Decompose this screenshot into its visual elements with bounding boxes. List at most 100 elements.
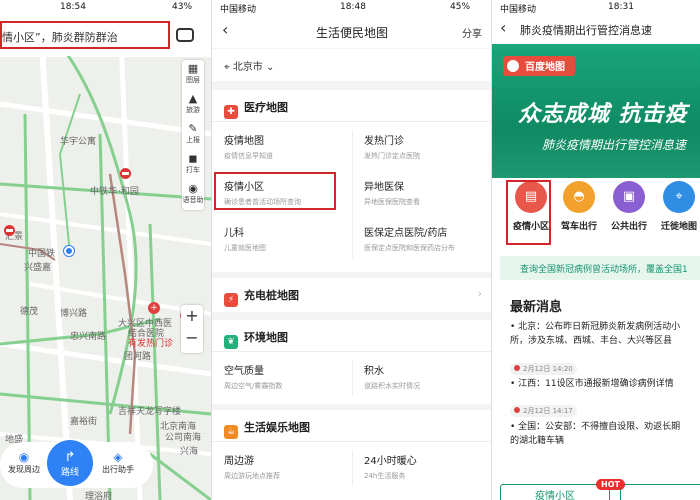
travel-button[interactable]: ▲ 旅游 bbox=[182, 90, 204, 120]
news-section: 最新消息 • 北京：公布昨日新冠肺炎新发病例活动小 所，涉及东城、西城、丰台、大兴… bbox=[492, 284, 700, 500]
button-label: 迁徙地图 bbox=[660, 222, 697, 232]
route-button[interactable]: ↱ 路线 bbox=[47, 440, 93, 486]
highlight-box bbox=[214, 172, 336, 210]
layers-button[interactable]: ▦ 图层 bbox=[182, 60, 204, 90]
taxi-icon: ◼ bbox=[188, 152, 198, 165]
driving-button[interactable]: ◓ 驾车出行 bbox=[555, 181, 603, 245]
tool-label: 旅游 bbox=[186, 106, 200, 114]
map-label: 吉祥天龙写字楼 bbox=[118, 407, 182, 417]
news-date: 2月12日 14:17 bbox=[510, 405, 577, 417]
route-label: 路线 bbox=[60, 468, 79, 478]
section-header: ☕ 生活娱乐地图 bbox=[212, 410, 491, 442]
news-text: • 江西：11设区市通报新增确诊病例详情 bbox=[510, 379, 674, 389]
item-title: 积水 bbox=[364, 366, 384, 377]
map-label: 有发热门诊 bbox=[128, 339, 174, 349]
hospital-icon[interactable]: + bbox=[148, 302, 160, 314]
warm-24h-item[interactable]: 24小时暖心 24h生活服务 bbox=[352, 442, 491, 488]
item-title: 医保定点医院/药店 bbox=[364, 228, 448, 239]
item-subtitle: 发热门诊定点医院 bbox=[364, 152, 420, 160]
item-subtitle: 医保定点医院和医保药店分布 bbox=[364, 244, 455, 252]
item-title: 周边游 bbox=[224, 456, 254, 467]
entertainment-section: ☕ 生活娱乐地图 周边游 周边游玩地点推荐 24小时暖心 24h生活服务 bbox=[212, 410, 491, 500]
news-item[interactable]: • 北京：公布昨日新冠肺炎新发病例活动小 所，涉及东城、西城、丰台、大兴等区县 bbox=[510, 320, 680, 348]
migration-map-button[interactable]: ⌖ 迁徙地图 bbox=[655, 181, 700, 245]
charging-section[interactable]: ⚡ 充电桩地图 › bbox=[212, 278, 491, 312]
assistant-icon: ◈ bbox=[113, 450, 123, 464]
pediatrics-item[interactable]: 儿科 儿童就医地图 bbox=[212, 214, 352, 260]
zoom-out-button[interactable]: − bbox=[181, 327, 203, 349]
item-subtitle: 周边空气/雾霾指数 bbox=[224, 382, 283, 390]
taxi-button[interactable]: ◼ 打车 bbox=[182, 150, 204, 180]
item-subtitle: 疫情信息早知道 bbox=[224, 152, 273, 160]
fever-clinic-item[interactable]: 发热门诊发热门诊定点医院 bbox=[352, 122, 491, 168]
map-tool-column: ▦ 图层 ▲ 旅游 ✎ 上报 ◼ 打车 ◉ 语音助 bbox=[182, 60, 204, 210]
news-text: • 北京：公布昨日新冠肺炎新发病例活动小 bbox=[510, 322, 681, 332]
button-label: 公共出行 bbox=[610, 222, 647, 232]
page-title: 生活便民地图 bbox=[315, 26, 388, 40]
assistant-button[interactable]: ◈ 出行助手 bbox=[96, 450, 140, 475]
public-transit-button[interactable]: ▣ 公共出行 bbox=[605, 181, 653, 245]
news-date: 2月12日 14:20 bbox=[510, 363, 577, 375]
news-text: 所，涉及东城、西城、丰台、大兴等区县 bbox=[510, 336, 673, 346]
page-title: 肺炎疫情期出行管控消息速 bbox=[520, 24, 652, 37]
map-label: 博兴路 bbox=[60, 309, 88, 319]
city-label: 北京市 bbox=[232, 62, 263, 73]
item-subtitle: 儿童就医地图 bbox=[224, 244, 266, 252]
voice-assistant-button[interactable]: ◉ 语音助 bbox=[182, 180, 204, 210]
map-label: 理浴府 bbox=[85, 492, 113, 500]
secondary-bottom-button[interactable] bbox=[620, 484, 700, 500]
air-quality-item[interactable]: 空气质量周边空气/雾霾指数 bbox=[212, 352, 352, 398]
zoom-in-button[interactable]: + bbox=[181, 305, 203, 327]
current-location-icon bbox=[64, 246, 74, 256]
banner-headline: 众志成城 抗击疫 bbox=[518, 102, 688, 127]
map-label: 兴海 bbox=[180, 447, 199, 457]
map-canvas[interactable]: 华宇公寓 中铁华 ·和园 汇景 中国铁 兴盛嘉 德茂 忠兴南路 博兴路 大兴区中… bbox=[0, 14, 211, 500]
column-divider bbox=[352, 450, 353, 486]
item-subtitle: 24h生活服务 bbox=[364, 472, 406, 480]
report-button[interactable]: ✎ 上报 bbox=[182, 120, 204, 150]
column-divider bbox=[352, 130, 353, 258]
insurance-hospital-item[interactable]: 医保定点医院/药店 医保定点医院和医保药店分布 bbox=[352, 214, 491, 260]
discover-label: 发现周边 bbox=[8, 465, 40, 474]
section-title: 医疗地图 bbox=[244, 101, 288, 114]
item-title: 空气质量 bbox=[224, 366, 264, 377]
section-header: ⚡ 充电桩地图 › bbox=[212, 278, 491, 310]
epidemic-news-screen: 中国移动 18:31 ‹ 肺炎疫情期出行管控消息速 百度地图 众志成城 抗击疫 … bbox=[491, 0, 700, 500]
item-title: 发热门诊 bbox=[364, 136, 404, 147]
news-item[interactable]: • 江西：11设区市通报新增确诊病例详情 bbox=[510, 377, 674, 391]
route-icon: ↱ bbox=[64, 450, 76, 465]
no-entry-icon bbox=[4, 225, 15, 236]
banner: 百度地图 众志成城 抗击疫 肺炎疫情期出行管控消息速 bbox=[492, 44, 700, 186]
share-button[interactable]: 分享 bbox=[462, 25, 482, 40]
news-item[interactable]: • 全国：公安部：不得擅自设限、劝返长期 的湖北籍车辆 bbox=[510, 420, 680, 448]
nearby-travel-item[interactable]: 周边游 周边游玩地点推荐 bbox=[212, 442, 352, 488]
map-label: 华宇公寓 bbox=[60, 137, 97, 147]
status-time: 18:31 bbox=[608, 2, 634, 12]
layers-icon: ▦ bbox=[187, 62, 199, 75]
status-bar: 中国移动 18:31 bbox=[492, 0, 700, 15]
discover-button[interactable]: ◉ 发现周边 bbox=[2, 450, 46, 475]
map-label: 中铁华 bbox=[90, 187, 118, 197]
voice-assistant-icon: ◉ bbox=[188, 182, 198, 195]
section-title: 环境地图 bbox=[244, 331, 288, 344]
report-icon: ✎ bbox=[188, 122, 198, 135]
epidemic-community-bottom-button[interactable]: 疫情小区 bbox=[500, 484, 610, 500]
waterlogging-item[interactable]: 积水 道路积水实时情况 bbox=[352, 352, 491, 398]
epidemic-map-item[interactable]: 疫情地图 疫情信息早知道 bbox=[212, 122, 352, 168]
back-icon[interactable]: ‹ bbox=[500, 18, 506, 37]
remote-insurance-item[interactable]: 异地医保 异地医保医院查看 bbox=[352, 168, 491, 214]
city-selector[interactable]: ⌖ 北京市 ⌄ bbox=[212, 49, 491, 81]
map-label: 公司南海 bbox=[165, 433, 202, 443]
notice-banner[interactable]: 查询全国新冠病例曾活动场所，覆盖全国1 bbox=[500, 256, 700, 280]
news-title: 最新消息 bbox=[510, 300, 563, 315]
tool-label: 上报 bbox=[186, 136, 200, 144]
map-label: 忠兴南路 bbox=[70, 332, 107, 342]
chevron-down-icon: ⌄ bbox=[262, 62, 275, 73]
voice-icon[interactable] bbox=[176, 28, 194, 42]
nav-bar: ‹ 肺炎疫情期出行管控消息速 bbox=[492, 14, 700, 44]
item-title: 24小时暖心 bbox=[364, 456, 417, 467]
button-label: 驾车出行 bbox=[560, 222, 597, 232]
section-header: ❦ 环境地图 bbox=[212, 320, 491, 352]
baidu-map-logo: 百度地图 bbox=[503, 56, 575, 76]
search-input[interactable]: 情小区”，肺炎群防群治 bbox=[0, 21, 170, 49]
